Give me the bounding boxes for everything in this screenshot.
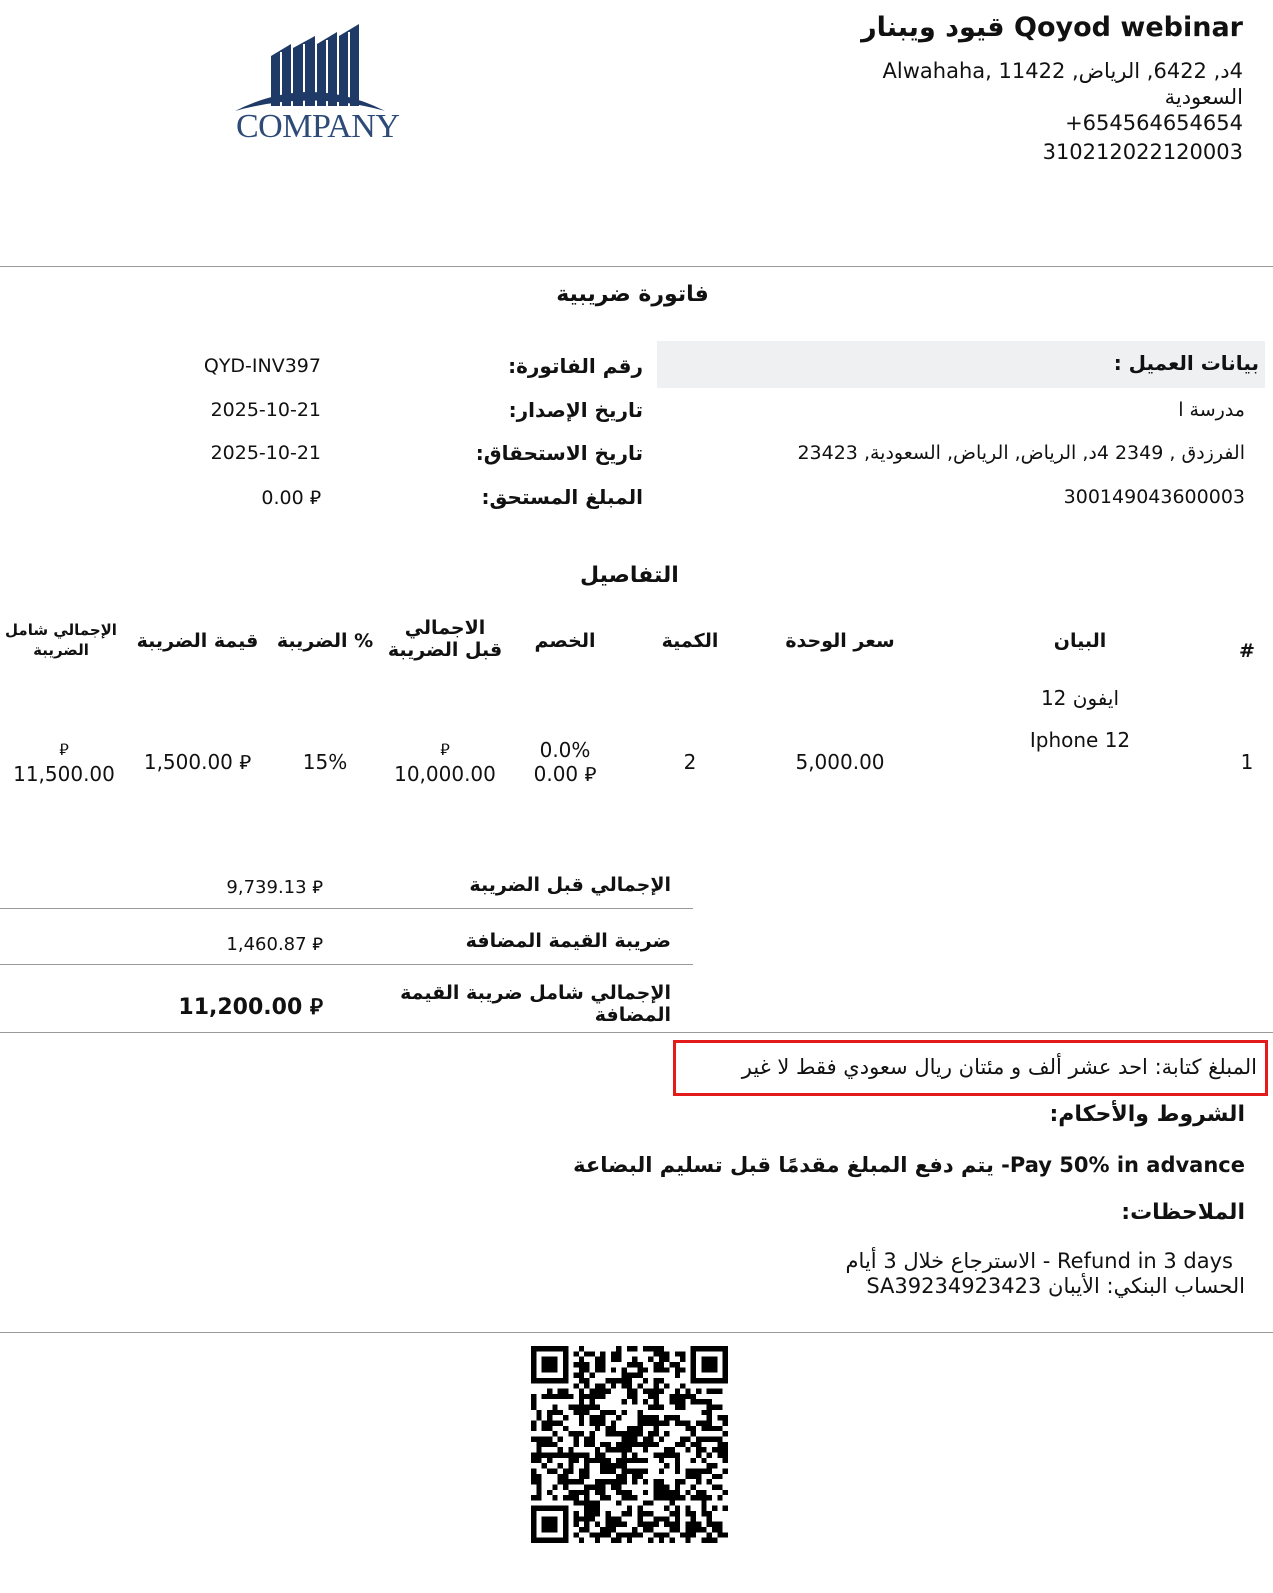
company-name: Qoyod webinar قيود ويبنار	[861, 12, 1243, 43]
logo-text: COMPANY	[236, 108, 400, 145]
company-address-line1: 4د, 6422, الرياض, Alwahaha, 11422	[882, 59, 1243, 83]
notes-line2: الحساب البنكي: الأيبان SA39234923423	[866, 1274, 1245, 1298]
amount-due-label: المبلغ المستحق:	[481, 485, 643, 509]
totals-grand-label-line1: الإجمالي شامل ضريبة القيمة	[400, 982, 671, 1004]
row-subtotal-currency: ⃁	[440, 740, 450, 759]
col-header-subtotal: الاجمالي قبل الضريبة	[375, 617, 515, 661]
customer-name: مدرسة ا	[1178, 399, 1245, 421]
row-discount-amount: 0.00 ⃁	[533, 762, 597, 786]
totals-vat-label: ضريبة القيمة المضافة	[465, 930, 671, 952]
col-header-discount: الخصم	[534, 630, 596, 652]
col-header-subtotal-line1: الاجمالي	[404, 617, 486, 639]
row-quantity: 2	[683, 750, 697, 774]
terms-text: Pay 50% in advance- يتم دفع المبلغ مقدمً…	[573, 1153, 1245, 1177]
amount-in-words-box: المبلغ كتابة: احد عشر ألف و مئتان ريال س…	[673, 1040, 1268, 1096]
invoice-number-label: رقم الفاتورة:	[508, 354, 643, 378]
issue-date: 2025-10-21	[210, 399, 321, 421]
col-header-total-line2: الضريبة	[33, 641, 89, 659]
col-header-tax-percent: % الضريبة	[276, 630, 374, 652]
customer-vat-number: 300149043600003	[1063, 486, 1245, 508]
row-num: 1	[1240, 750, 1254, 774]
totals-divider-2	[0, 964, 693, 965]
footer-divider	[0, 1332, 1273, 1333]
notes-title: الملاحظات:	[1121, 1200, 1245, 1225]
row-tax-percent: 15%	[302, 750, 348, 774]
row-description-en: Iphone 12	[1029, 728, 1131, 752]
totals-vat: 1,460.87 ⃁	[226, 934, 323, 955]
amount-due: 0.00 ⃁	[261, 487, 321, 509]
totals-subtotal: 9,739.13 ⃁	[226, 877, 323, 898]
issue-date-label: تاريخ الإصدار:	[508, 398, 643, 422]
col-header-tax-amount: قيمة الضريبة	[136, 630, 259, 652]
customer-header-label: بيانات العميل :	[1113, 351, 1259, 375]
document-title: فاتورة ضريبية	[556, 282, 709, 307]
totals-divider-3	[0, 1032, 1273, 1033]
col-header-total: الإجمالي شامل الضريبة	[0, 620, 122, 660]
notes-line1: Refund in 3 days - الاسترجاع خلال 3 أيام	[845, 1249, 1233, 1273]
col-header-total-line1: الإجمالي شامل	[5, 621, 117, 639]
totals-grand-label: الإجمالي شامل ضريبة القيمة المضافة	[400, 982, 671, 1026]
customer-address: الفرزدق , 2349 4د, الرياض, الرياض, السعو…	[797, 442, 1245, 464]
invoice-number: QYD-INV397	[203, 355, 321, 377]
totals-grand-total: 11,200.00 ⃁	[178, 995, 323, 1020]
col-header-subtotal-line2: قبل الضريبة	[387, 639, 503, 661]
totals-grand-label-line2: المضافة	[594, 1004, 671, 1026]
row-total: 11,500.00	[13, 762, 115, 786]
col-header-quantity: الكمية	[661, 630, 719, 652]
totals-divider-1	[0, 908, 693, 909]
company-vat-number: 310212022120003	[1042, 140, 1243, 164]
col-header-unit-price: سعر الوحدة	[785, 630, 895, 652]
row-total-currency: ⃁	[59, 740, 69, 759]
company-phone: +654564654654	[1065, 111, 1243, 135]
details-title: التفاصيل	[580, 563, 679, 588]
qr-code	[531, 1346, 728, 1543]
customer-header: بيانات العميل :	[657, 341, 1265, 388]
row-subtotal: 10,000.00	[394, 762, 496, 786]
company-address-line2: السعودية	[1164, 85, 1243, 109]
col-header-num: #	[1239, 640, 1255, 662]
col-header-description: البيان	[1053, 630, 1107, 652]
row-tax-amount: 1,500.00 ⃁	[143, 750, 252, 774]
amount-in-words: المبلغ كتابة: احد عشر ألف و مئتان ريال س…	[741, 1055, 1257, 1079]
totals-subtotal-label: الإجمالي قبل الضريبة	[469, 874, 671, 896]
due-date-label: تاريخ الاستحقاق:	[475, 441, 643, 465]
row-discount-percent: 0.0%	[539, 738, 591, 762]
row-unit-price: 5,000.00	[795, 750, 885, 774]
terms-title: الشروط والأحكام:	[1049, 1102, 1246, 1127]
header-divider	[0, 266, 1273, 267]
row-description-ar: ايفون 12	[1040, 686, 1120, 710]
due-date: 2025-10-21	[210, 442, 321, 464]
